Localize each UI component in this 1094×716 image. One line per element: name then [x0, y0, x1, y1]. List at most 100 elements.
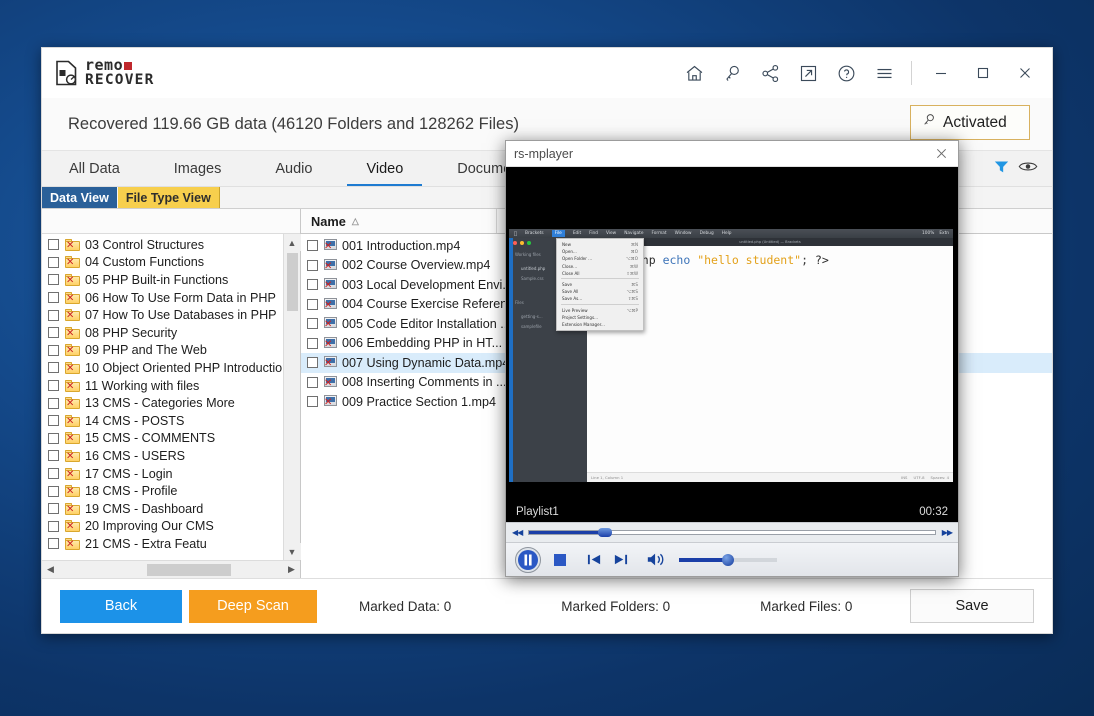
tree-horizontal-scrollbar[interactable]: ◀ ▶	[42, 560, 300, 578]
home-icon[interactable]	[675, 48, 713, 98]
column-header-name[interactable]: Name △	[301, 209, 497, 233]
tree-row-checkbox[interactable]	[48, 256, 59, 268]
export-icon[interactable]	[789, 48, 827, 98]
tree-row-checkbox[interactable]	[48, 538, 59, 550]
tree-row-label: 04 Custom Functions	[85, 255, 204, 270]
save-button[interactable]: Save	[910, 589, 1034, 623]
rs-mplayer-window: rs-mplayer  Brackets File Edit Find Vie…	[505, 140, 959, 577]
file-row-checkbox[interactable]	[307, 357, 318, 369]
file-row-checkbox[interactable]	[307, 240, 318, 252]
file-row-checkbox[interactable]	[307, 396, 318, 408]
tree-row-checkbox[interactable]	[48, 344, 59, 356]
tab-audio[interactable]: Audio	[248, 151, 339, 186]
tree-horizontal-scroll-thumb[interactable]	[147, 563, 231, 576]
brackets-status-spaces: Spaces: 4	[930, 475, 949, 480]
file-row-checkbox[interactable]	[307, 259, 318, 271]
tree-row-checkbox[interactable]	[48, 432, 59, 444]
brackets-status-ins: INS	[901, 475, 908, 480]
tab-all-data[interactable]: All Data	[42, 151, 147, 186]
player-seek-thumb[interactable]	[598, 528, 613, 537]
tree-row-checkbox[interactable]	[48, 309, 59, 321]
player-volume-thumb[interactable]	[722, 553, 735, 566]
file-row-checkbox[interactable]	[307, 376, 318, 388]
volume-icon[interactable]	[646, 551, 666, 568]
player-volume-slider[interactable]	[679, 553, 777, 566]
maximize-button[interactable]	[962, 48, 1004, 98]
tab-video[interactable]: Video	[339, 151, 430, 186]
tree-row-checkbox[interactable]	[48, 503, 59, 515]
scroll-left-arrow-icon[interactable]: ◀	[42, 561, 59, 578]
tree-row[interactable]: ✕ 20 Improving Our CMS	[42, 518, 283, 536]
logo-recover-text: RECOVER	[85, 72, 155, 89]
tree-row-checkbox[interactable]	[48, 362, 59, 374]
player-video-surface[interactable]:  Brackets File Edit Find View Navigate …	[506, 167, 958, 502]
tree-row[interactable]: ✕ 08 PHP Security	[42, 324, 283, 342]
player-close-button[interactable]	[924, 141, 958, 166]
tree-row[interactable]: ✕ 19 CMS - Dashboard	[42, 500, 283, 518]
activated-button[interactable]: Activated	[910, 105, 1030, 140]
close-button[interactable]	[1004, 48, 1046, 98]
file-row-checkbox[interactable]	[307, 279, 318, 291]
tree-row-checkbox[interactable]	[48, 397, 59, 409]
back-button[interactable]: Back	[60, 589, 182, 623]
tree-row[interactable]: ✕ 17 CMS - Login	[42, 465, 283, 483]
tree-row[interactable]: ✕ 13 CMS - Categories More	[42, 394, 283, 412]
filter-funnel-icon[interactable]	[993, 159, 1010, 179]
tree-row-checkbox[interactable]	[48, 520, 59, 532]
stop-button[interactable]	[551, 551, 569, 569]
tree-row-checkbox[interactable]	[48, 292, 59, 304]
tree-row[interactable]: ✕ 09 PHP and The Web	[42, 342, 283, 360]
tree-vertical-scrollbar[interactable]: ▲ ▼	[283, 234, 301, 560]
brackets-blue-edge	[509, 238, 513, 482]
tree-vertical-scroll-thumb[interactable]	[286, 253, 298, 311]
tab-file-type-view[interactable]: File Type View	[117, 187, 220, 208]
tree-row[interactable]: ✕ 07 How To Use Databases in PHP	[42, 306, 283, 324]
help-icon[interactable]	[827, 48, 865, 98]
scroll-right-arrow-icon[interactable]: ▶	[283, 561, 300, 578]
brackets-menubar:  Brackets File Edit Find View Navigate …	[509, 229, 953, 238]
scroll-up-arrow-icon[interactable]: ▲	[283, 234, 301, 251]
tree-row-checkbox[interactable]	[48, 485, 59, 497]
player-seek-slider[interactable]	[528, 528, 936, 537]
tree-row[interactable]: ✕ 14 CMS - POSTS	[42, 412, 283, 430]
file-row-checkbox[interactable]	[307, 337, 318, 349]
tab-data-view[interactable]: Data View	[42, 187, 117, 208]
scroll-down-arrow-icon[interactable]: ▼	[283, 543, 301, 560]
tree-row[interactable]: ✕ 16 CMS - USERS	[42, 447, 283, 465]
tree-row[interactable]: ✕ 04 Custom Functions	[42, 254, 283, 272]
eye-preview-icon[interactable]	[1018, 159, 1038, 179]
tree-row[interactable]: ✕ 18 CMS - Profile	[42, 482, 283, 500]
tree-row-checkbox[interactable]	[48, 327, 59, 339]
tree-row-checkbox[interactable]	[48, 380, 59, 392]
minimize-button[interactable]	[920, 48, 962, 98]
tree-row[interactable]: ✕ 06 How To Use Form Data in PHP	[42, 289, 283, 307]
brackets-menu-find: Find	[586, 231, 598, 236]
tree-row-checkbox[interactable]	[48, 468, 59, 480]
tab-images[interactable]: Images	[147, 151, 249, 186]
previous-track-button[interactable]	[586, 552, 603, 567]
menu-icon[interactable]	[865, 48, 903, 98]
brackets-file-menu-item: Close... ⌘W	[557, 263, 643, 270]
tree-row-checkbox[interactable]	[48, 450, 59, 462]
fast-forward-icon[interactable]: ▶▶	[942, 528, 953, 537]
tree-row[interactable]: ✕ 11 Working with files	[42, 377, 283, 395]
tree-row[interactable]: ✕ 05 PHP Built-in Functions	[42, 271, 283, 289]
tree-row-label: 09 PHP and The Web	[85, 343, 207, 358]
key-icon[interactable]	[713, 48, 751, 98]
tree-row[interactable]: ✕ 03 Control Structures	[42, 236, 283, 254]
next-track-button[interactable]	[612, 552, 629, 567]
tree-row-checkbox[interactable]	[48, 239, 59, 251]
deep-scan-button[interactable]: Deep Scan	[189, 589, 317, 623]
video-file-deleted-icon: ✕	[324, 239, 338, 252]
tree-row-checkbox[interactable]	[48, 415, 59, 427]
tree-row-checkbox[interactable]	[48, 274, 59, 286]
file-row-checkbox[interactable]	[307, 298, 318, 310]
brackets-file-menu-label: Open Folder ...	[562, 256, 593, 262]
tree-row[interactable]: ✕ 21 CMS - Extra Featu	[42, 535, 283, 553]
tree-row[interactable]: ✕ 10 Object Oriented PHP Introduction	[42, 359, 283, 377]
tree-row[interactable]: ✕ 15 CMS - COMMENTS	[42, 430, 283, 448]
rewind-icon[interactable]: ◀◀	[512, 528, 523, 537]
share-icon[interactable]	[751, 48, 789, 98]
file-row-checkbox[interactable]	[307, 318, 318, 330]
pause-button[interactable]	[514, 546, 542, 574]
